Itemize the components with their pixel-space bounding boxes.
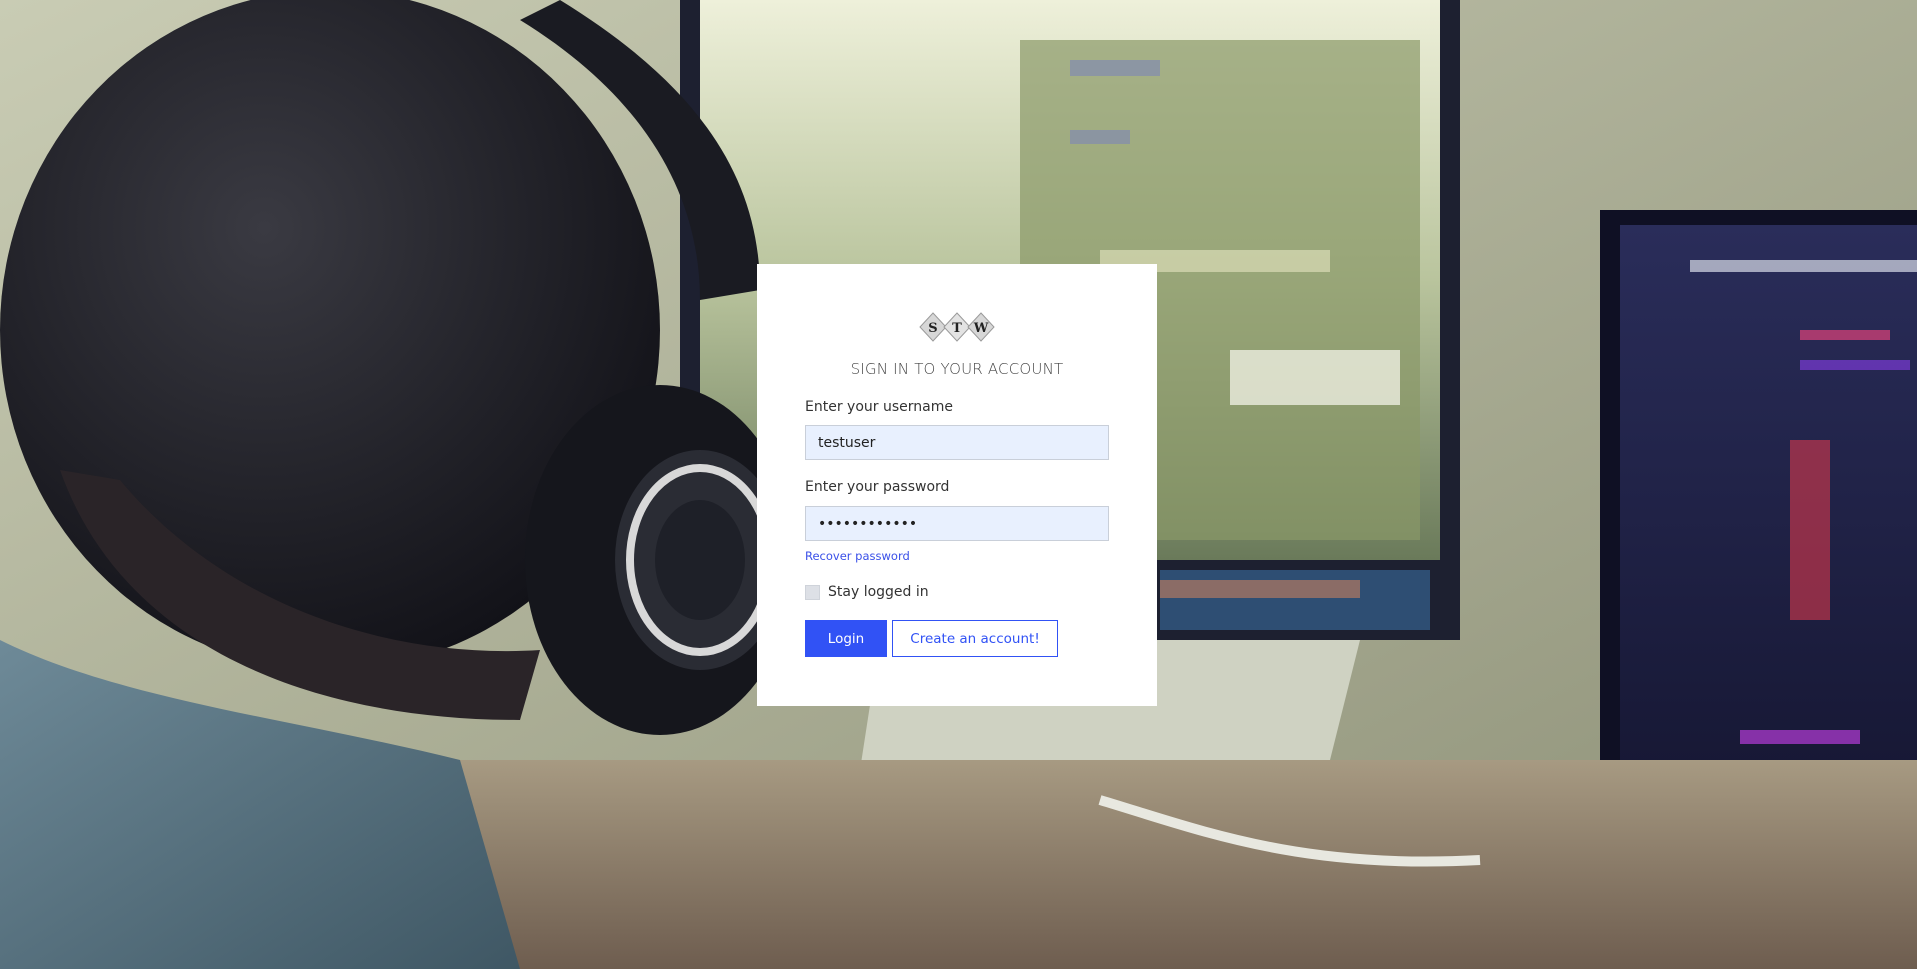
- login-button[interactable]: Login: [805, 620, 887, 657]
- recover-password-link[interactable]: Recover password: [805, 549, 910, 563]
- stay-logged-in-row[interactable]: Stay logged in: [805, 584, 929, 600]
- logo-letter-w: W: [973, 321, 989, 336]
- stay-logged-in-checkbox[interactable]: [805, 584, 820, 600]
- create-account-button[interactable]: Create an account!: [892, 620, 1058, 657]
- stay-logged-in-label: Stay logged in: [828, 584, 929, 600]
- form-title: SIGN IN TO YOUR ACCOUNT: [850, 360, 1064, 378]
- username-input[interactable]: [805, 425, 1109, 460]
- stw-logo: S T W: [757, 310, 1157, 344]
- login-card: S T W SIGN IN TO YOUR ACCOUNT Enter your…: [757, 264, 1157, 706]
- password-input[interactable]: [805, 506, 1109, 541]
- username-label: Enter your username: [805, 399, 953, 415]
- password-label: Enter your password: [805, 479, 950, 495]
- logo-letter-s: S: [928, 321, 937, 336]
- logo-letter-t: T: [952, 321, 962, 336]
